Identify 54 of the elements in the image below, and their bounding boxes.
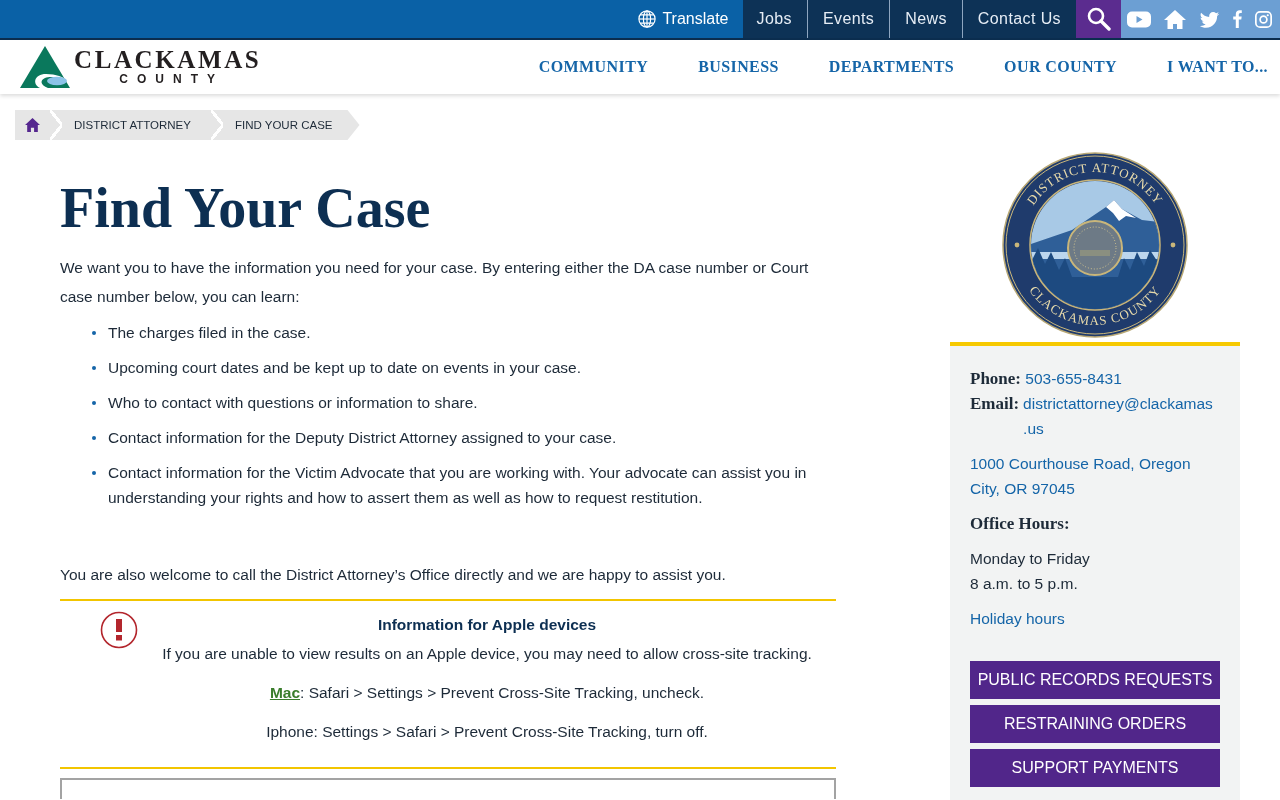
- address-link[interactable]: 1000 Courthouse Road, Oregon City, OR 97045: [970, 451, 1220, 501]
- breadcrumb-link[interactable]: DISTRICT ATTORNEY: [50, 110, 211, 140]
- bird-icon[interactable]: [1199, 10, 1220, 28]
- bullet-icon: [92, 331, 96, 335]
- list-item-text: Upcoming court dates and be kept up to date on events in your case.: [108, 358, 583, 378]
- top-nav-link[interactable]: Events: [806, 0, 890, 38]
- breadcrumb-home-link[interactable]: [15, 110, 50, 140]
- quick-link-button[interactable]: PUBLIC RECORDS REQUESTS: [970, 661, 1220, 699]
- top-nav-link[interactable]: Jobs: [742, 0, 807, 38]
- globe-icon: [638, 10, 657, 28]
- instruction-text: Iphone: Settings > Safari > Prevent Cross-Site Tracking, turn off.: [265, 722, 709, 742]
- page-title: Find Your Case: [60, 176, 432, 241]
- bullet-icon: [92, 436, 96, 440]
- search-button[interactable]: [1076, 0, 1121, 38]
- contact-label: Email:: [970, 393, 1020, 415]
- alert-icon: [100, 611, 138, 649]
- house-icon[interactable]: [1164, 9, 1186, 29]
- logo-text: CLACKAMAS: [74, 48, 262, 72]
- phone-link[interactable]: 503-655-8431: [1025, 370, 1122, 387]
- main-nav-link[interactable]: OUR COUNTY: [1004, 58, 1117, 76]
- search-icon: [1086, 7, 1111, 31]
- notice-text: If you are unable to view results on an Apple device, you may need to allow cross-site tracking.: [161, 644, 813, 664]
- video-play-icon[interactable]: [1127, 10, 1151, 28]
- email-link[interactable]: districtattorney@clackamas.us: [1023, 391, 1215, 441]
- notice-heading: Information for Apple devices: [376, 615, 598, 635]
- hours-text: 8 a.m. to 5 p.m.: [970, 574, 1079, 594]
- camera-icon[interactable]: [1255, 10, 1272, 28]
- mountain-logo-icon[interactable]: [20, 46, 70, 88]
- contact-label: Phone:: [970, 369, 1021, 388]
- top-nav-link[interactable]: News: [889, 0, 962, 38]
- main-nav-link[interactable]: COMMUNITY: [538, 58, 649, 76]
- top-nav-link[interactable]: Contact Us: [961, 0, 1076, 38]
- bullet-icon: [92, 401, 96, 405]
- bullet-icon: [92, 366, 96, 370]
- logo-subtitle: COUNTY: [119, 72, 224, 86]
- body-text: You are also welcome to call the District Attorney’s Office directly and we are happy to assist you.: [60, 565, 727, 585]
- holiday-hours-link[interactable]: Holiday hours: [970, 610, 1065, 627]
- quick-link-button[interactable]: SUPPORT PAYMENTS: [970, 749, 1220, 787]
- list-item-text: Contact information for the Victim Advocate that you are working with. Your advocate can assist you in understanding your rights and how to assert them as well as how to request restitution.: [108, 463, 808, 508]
- hours-heading: Office Hours:: [970, 513, 1071, 535]
- quick-link-button[interactable]: RESTRAINING ORDERS: [970, 705, 1220, 743]
- hours-text: Monday to Friday: [970, 549, 1091, 569]
- intro-text: We want you to have the information you need for your case. By entering either the DA case number or Court case number below, you can learn:: [60, 258, 810, 307]
- main-nav-link[interactable]: BUSINESS: [698, 58, 779, 76]
- list-item-text: Who to contact with questions or information to share.: [108, 393, 479, 413]
- instruction-text: Mac: Safari > Settings > Prevent Cross-Site Tracking, uncheck.: [268, 683, 706, 703]
- breadcrumb-link[interactable]: FIND YOUR CASE: [210, 110, 360, 140]
- main-nav-link[interactable]: DEPARTMENTS: [828, 58, 955, 76]
- bullet-icon: [92, 471, 96, 475]
- home-icon: [25, 118, 40, 132]
- letter-f-icon[interactable]: [1233, 10, 1242, 28]
- list-item-text: The charges filed in the case.: [108, 323, 312, 343]
- main-nav-link[interactable]: I WANT TO...: [1167, 58, 1268, 76]
- list-item-text: Contact information for the Deputy District Attorney assigned to your case.: [108, 428, 618, 448]
